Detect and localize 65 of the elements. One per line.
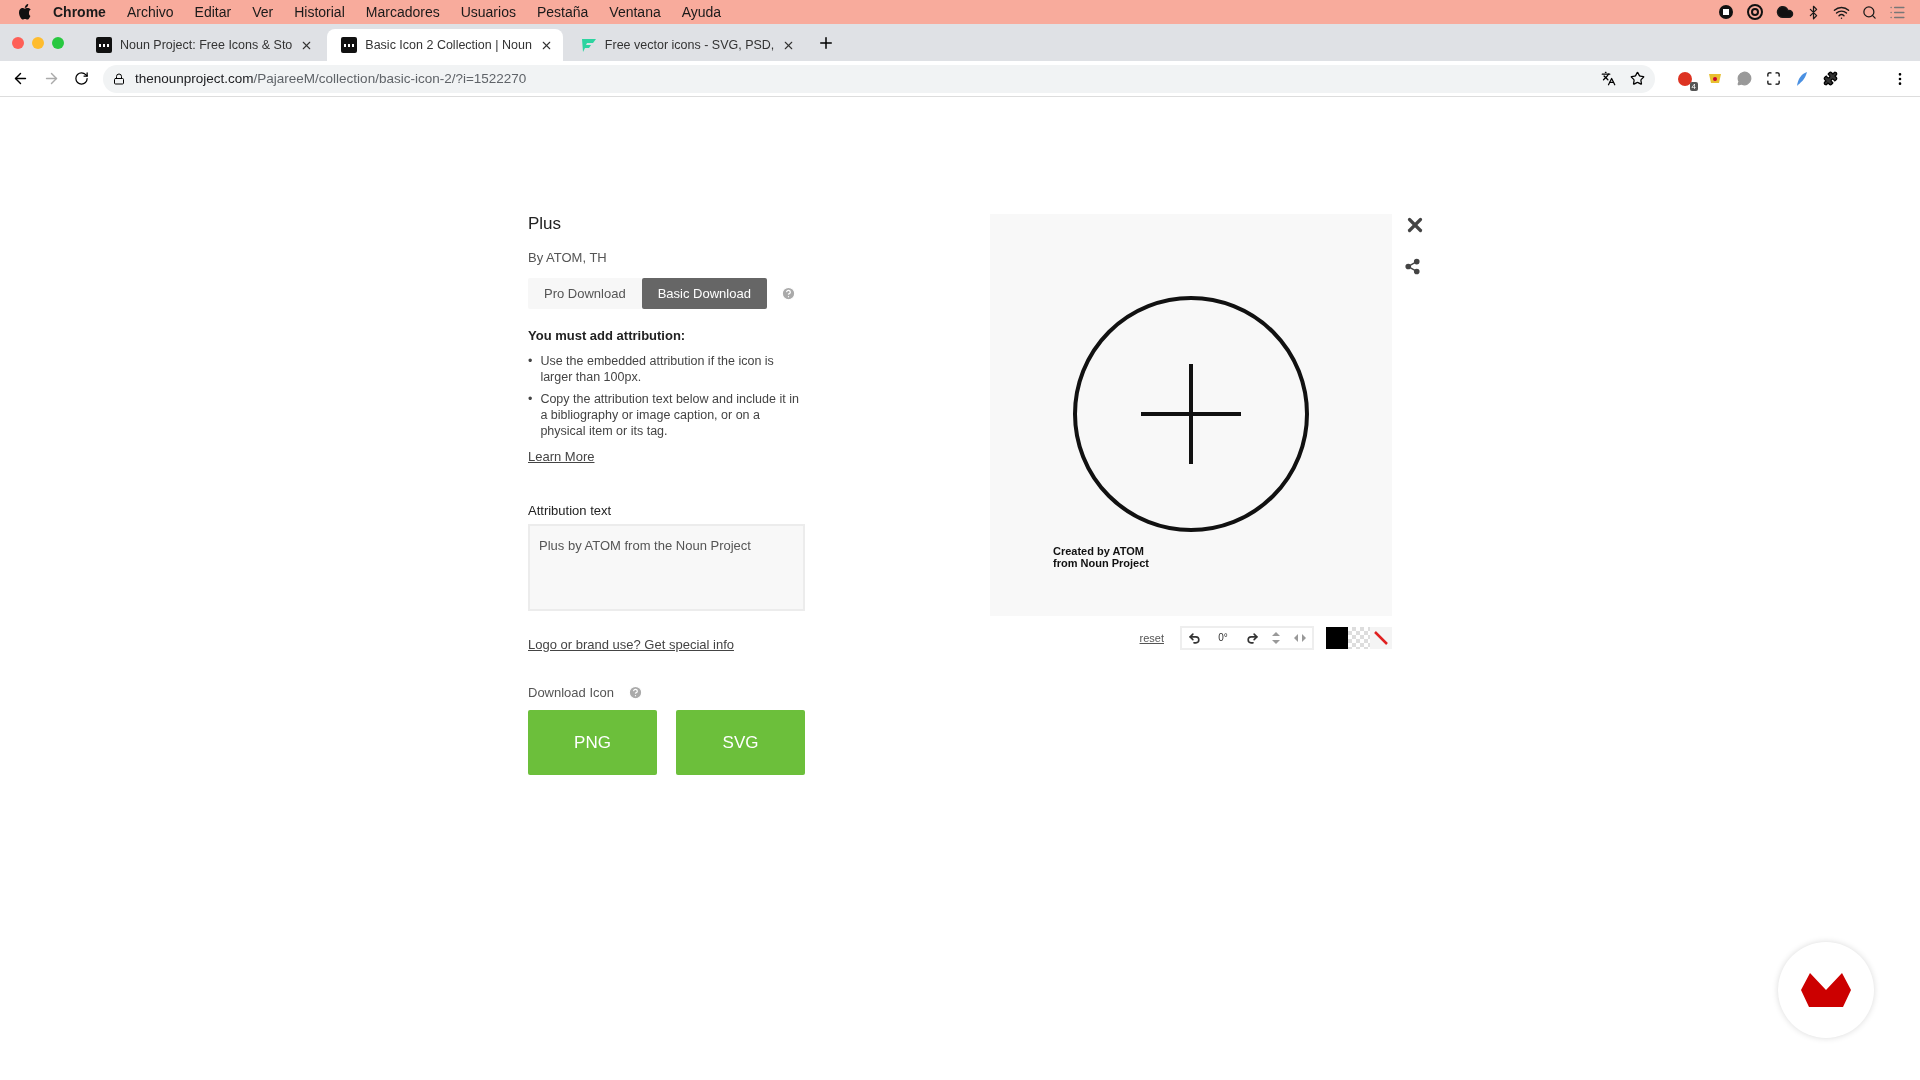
back-icon[interactable]	[12, 70, 29, 87]
bullet-text: Use the embedded attribution if the icon is larger than 100px.	[540, 353, 775, 385]
download-label: Download Icon	[528, 685, 614, 700]
rotation-value: 0°	[1217, 631, 1229, 645]
download-tab[interactable]: Basic Download	[641, 278, 767, 309]
no-color-swatch[interactable]	[1370, 627, 1392, 649]
menu-item[interactable]: Ver	[252, 4, 274, 20]
rings-icon	[1746, 4, 1764, 20]
field-label: Attribution text	[528, 503, 613, 518]
chevron-logo-icon	[1801, 973, 1851, 1007]
browser-tab[interactable]: Basic Icon 2 Collection | Noun	[327, 29, 563, 61]
favicon-icon	[96, 37, 112, 53]
author-text: By ATOM, TH	[528, 250, 608, 265]
transparent-swatch[interactable]	[1348, 627, 1370, 649]
left-right-arrows-icon	[1294, 634, 1306, 642]
attribution-heading: You must add attribution:	[528, 328, 687, 343]
menu-item[interactable]: Ayuda	[681, 4, 722, 20]
bullet-marker: •	[528, 353, 533, 370]
plus-circle-icon	[1072, 295, 1310, 533]
menu-item[interactable]: Marcadores	[365, 4, 440, 20]
extension-icon[interactable]	[1677, 70, 1693, 87]
attribution-caption: Created by ATOM from Noun Project	[1053, 545, 1149, 569]
record-icon	[1718, 4, 1734, 20]
extensions-icon[interactable]	[1823, 71, 1838, 86]
cloud-icon	[1776, 3, 1794, 21]
chat-widget-button[interactable]	[1778, 942, 1874, 1038]
menu-item[interactable]: Ventana	[609, 4, 661, 20]
brand-info-link[interactable]: Logo or brand use? Get special info	[528, 637, 734, 652]
up-down-arrows-icon	[1272, 632, 1280, 644]
translate-icon[interactable]	[1601, 71, 1616, 86]
capture-icon[interactable]	[1766, 71, 1781, 86]
extension-badge: 4	[1689, 81, 1698, 91]
reload-icon[interactable]	[74, 71, 89, 86]
address-field[interactable]: thenounproject.com/PajareeM/collection/basic-icon-2/?i=1522270	[103, 64, 1655, 93]
lock-icon	[113, 72, 125, 85]
menu-item[interactable]: Historial	[294, 4, 345, 20]
icon-title: Plus	[528, 214, 563, 234]
bookmark-star-icon[interactable]	[1630, 71, 1645, 86]
rotate-right-arrow-icon	[1245, 631, 1259, 645]
menu-item[interactable]: Archivo	[126, 4, 174, 20]
share-icon[interactable]	[1404, 258, 1421, 275]
attribution-text-field[interactable]: Plus by ATOM from the Noun Project	[528, 524, 805, 611]
bullet-marker: •	[528, 391, 533, 408]
bullet-text: Copy the attribution text below and include it in a bibliography or image caption, or on a physical item or its tag.	[540, 391, 800, 439]
menu-item[interactable]: Editar	[194, 4, 232, 20]
url-text: thenounproject.com/PajareeM/collection/basic-icon-2/?i=1522270	[135, 71, 527, 86]
chat-icon[interactable]	[1737, 71, 1752, 86]
download-tab[interactable]: Pro Download	[528, 278, 642, 309]
learn-more-link[interactable]: Learn More	[528, 449, 595, 464]
tab-title: Noun Project: Free Icons & Sto	[120, 38, 293, 52]
reset-link[interactable]: reset	[1139, 632, 1164, 644]
apple-logo-icon	[18, 4, 32, 20]
color-swatch[interactable]	[1326, 627, 1348, 649]
tab-title: Free vector icons - SVG, PSD,	[604, 38, 775, 52]
menu-item[interactable]: Chrome	[53, 4, 106, 20]
menu-item[interactable]: Usuarios	[460, 4, 516, 20]
browser-tab[interactable]: Noun Project: Free Icons & Sto	[82, 29, 324, 61]
menu-item[interactable]: Pestaña	[536, 4, 589, 20]
tab-title: Basic Icon 2 Collection | Noun	[365, 38, 532, 52]
favicon-icon	[580, 37, 597, 53]
rotate-left-arrow-icon	[1187, 631, 1201, 645]
feather-icon[interactable]	[1795, 70, 1809, 87]
browser-tab[interactable]: Free vector icons - SVG, PSD,	[566, 29, 806, 61]
favicon-icon	[341, 37, 358, 53]
search-icon	[1862, 4, 1877, 20]
